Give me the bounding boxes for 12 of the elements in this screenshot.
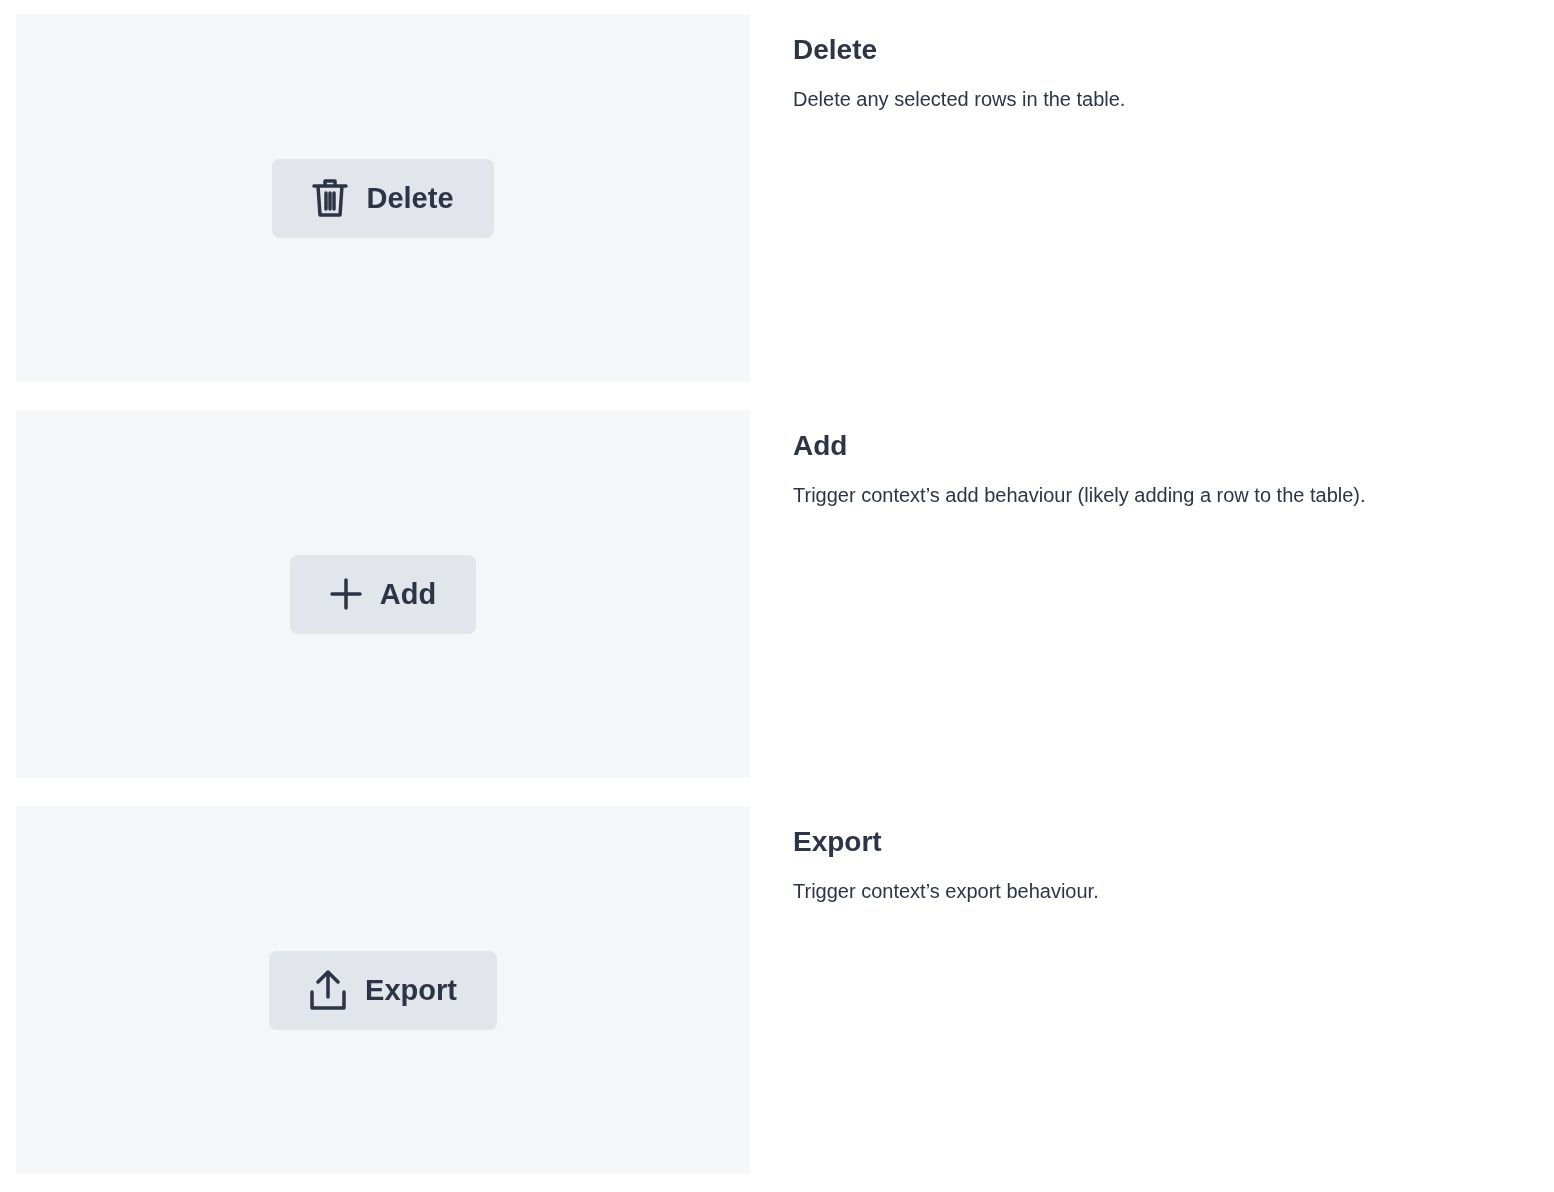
- action-title: Add: [793, 430, 849, 462]
- plus-icon: [329, 578, 362, 610]
- action-description: Trigger context’s export behaviour.: [793, 879, 1100, 904]
- action-title: Delete: [793, 34, 879, 66]
- action-description: Trigger context’s add behaviour (likely adding a row to the table).: [793, 483, 1367, 508]
- action-button[interactable]: Export: [269, 950, 497, 1030]
- trash-icon: [312, 178, 349, 218]
- action-button[interactable]: Delete: [272, 158, 494, 238]
- action-description: Delete any selected rows in the table.: [793, 87, 1127, 112]
- action-button[interactable]: Add: [289, 554, 477, 634]
- action-title: Export: [793, 826, 883, 858]
- upload-icon: [309, 970, 348, 1010]
